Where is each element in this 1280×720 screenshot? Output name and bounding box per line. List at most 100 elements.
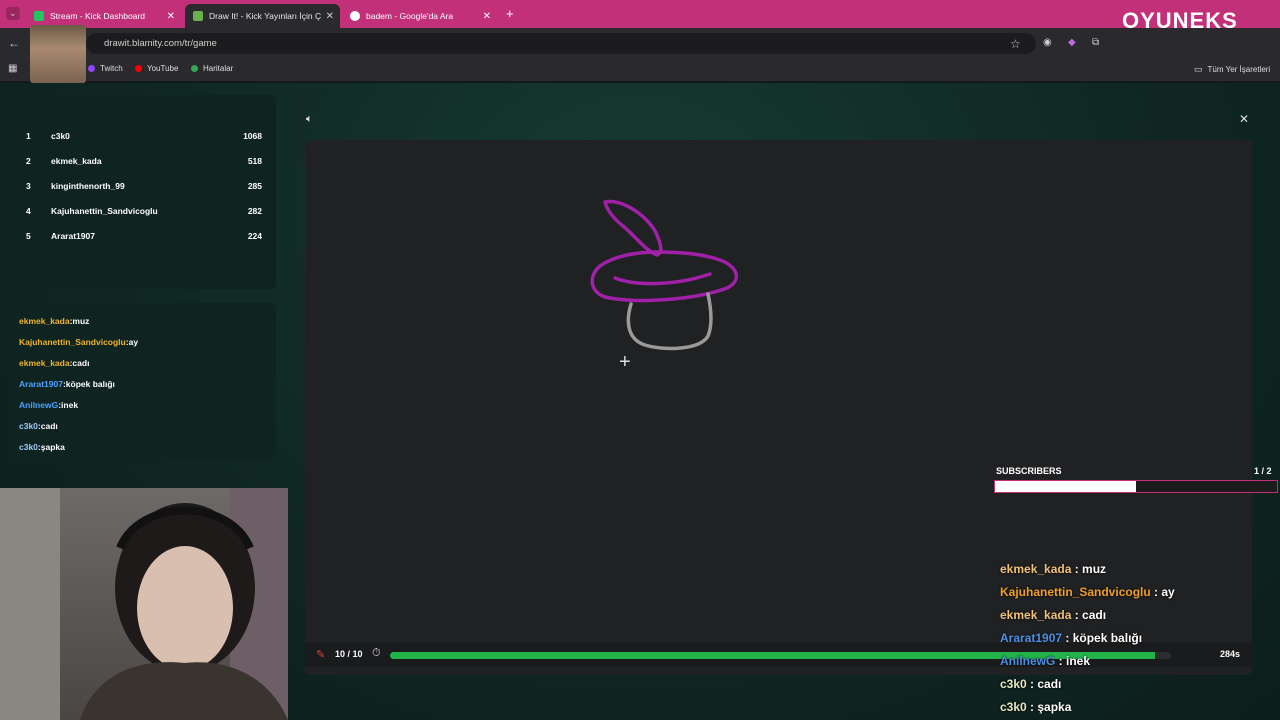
chat-message: köpek balığı bbox=[65, 379, 115, 389]
all-bookmarks[interactable]: ▭ Tüm Yer İşaretleri bbox=[1194, 64, 1270, 75]
extension-icon[interactable]: ◆ bbox=[1068, 37, 1076, 48]
player-score: 224 bbox=[247, 231, 262, 241]
url-text: drawit.blamity.com/tr/game bbox=[104, 38, 217, 49]
chat-line: Ararat1907:köpek balığı bbox=[19, 379, 115, 389]
tab-draw-it[interactable]: Draw It! - Kick Yayınları İçin Çizi ✕ bbox=[185, 4, 340, 28]
tab-google-search[interactable]: badem - Google'da Ara ✕ bbox=[342, 4, 497, 28]
close-tab-icon[interactable]: ✕ bbox=[167, 11, 175, 22]
sketch-hat-band bbox=[613, 272, 712, 286]
leaderboard-row: 1 c3k0 1068 bbox=[26, 131, 262, 145]
player-name: Ararat1907 bbox=[51, 231, 95, 241]
watermark-logo: OYUNEKS bbox=[1122, 8, 1238, 34]
star-icon[interactable]: ☆ bbox=[1010, 37, 1021, 51]
overlay-chat-message: : köpek balığı bbox=[1062, 631, 1143, 645]
draw-it-favicon-icon bbox=[193, 11, 203, 21]
overlay-chat-message: : ay bbox=[1150, 585, 1175, 599]
tab-title: badem - Google'da Ara bbox=[366, 11, 454, 21]
chat-user: c3k0 bbox=[19, 442, 38, 452]
bookmark-twitch[interactable]: Twitch bbox=[88, 64, 123, 73]
overlay-chat-user: ekmek_kada bbox=[1000, 608, 1072, 622]
leaderboard-panel: 1 c3k0 1068 2 ekmek_kada 518 3 kinginthe… bbox=[10, 95, 276, 289]
tab-search-icon[interactable]: ⌄ bbox=[6, 7, 20, 20]
chat-line: Kajuhanettin_Sandvicoglu:ay bbox=[19, 337, 139, 347]
overlay-chat-message: : cadı bbox=[1071, 608, 1107, 622]
bookmark-label: Tüm Yer İşaretleri bbox=[1207, 65, 1271, 74]
chat-user: AnilnewG bbox=[19, 400, 59, 410]
subscribers-label: SUBSCRIBERS bbox=[996, 466, 1062, 476]
chat-line: c3k0:cadı bbox=[19, 421, 58, 431]
close-tab-icon[interactable]: ✕ bbox=[483, 11, 491, 22]
player-score: 518 bbox=[247, 156, 262, 166]
player-name: kinginthenorth_99 bbox=[51, 181, 125, 191]
chat-user: Ararat1907 bbox=[19, 379, 63, 389]
player-name: ekmek_kada bbox=[51, 156, 102, 166]
overlay-chat-user: AnilnewG bbox=[1000, 654, 1056, 668]
puzzle-icon[interactable]: ⧉ bbox=[1092, 37, 1099, 48]
rank: 3 bbox=[26, 181, 31, 191]
player-score: 1068 bbox=[243, 131, 262, 141]
overlay-chat-message: : inek bbox=[1055, 654, 1091, 668]
leaderboard-row: 4 Kajuhanettin_Sandvicoglu 282 bbox=[26, 206, 262, 220]
close-tab-icon[interactable]: ✕ bbox=[326, 11, 334, 22]
back-icon[interactable]: ← bbox=[8, 36, 20, 50]
overlay-chat-user: c3k0 bbox=[1000, 700, 1027, 714]
address-bar[interactable]: drawit.blamity.com/tr/game bbox=[86, 33, 1036, 54]
leaderboard-row: 2 ekmek_kada 518 bbox=[26, 156, 262, 170]
streamer-webcam bbox=[0, 488, 288, 720]
bookmark-maps[interactable]: Haritalar bbox=[191, 64, 233, 73]
chat-panel: ekmek_kada:muz Kajuhanettin_Sandvicoglu:… bbox=[10, 303, 276, 459]
chat-message: cadı bbox=[72, 358, 90, 368]
apps-icon[interactable]: ▦ bbox=[8, 63, 17, 74]
overlay-chat-line: Ararat1907 : köpek balığı bbox=[1000, 631, 1142, 645]
chat-line: ekmek_kada:muz bbox=[19, 316, 90, 326]
sketch-hat-brim bbox=[590, 250, 739, 303]
subscribers-goal-bar bbox=[994, 480, 1278, 493]
sketch-hat-top bbox=[603, 199, 663, 257]
time-remaining: 284s bbox=[1220, 649, 1241, 659]
overlay-chat-line: ekmek_kada : cadı bbox=[1000, 608, 1106, 622]
round-counter: 10 / 10 bbox=[335, 649, 363, 659]
rank: 2 bbox=[26, 156, 31, 166]
bookmark-youtube[interactable]: YouTube bbox=[135, 64, 178, 73]
player-name: Kajuhanettin_Sandvicoglu bbox=[51, 206, 158, 216]
rank: 5 bbox=[26, 231, 31, 241]
bookmark-label: Twitch bbox=[100, 64, 123, 73]
streamer-webcam-small bbox=[30, 25, 86, 83]
chat-message: ay bbox=[128, 337, 139, 347]
google-favicon-icon bbox=[350, 11, 360, 21]
bookmark-label: YouTube bbox=[147, 64, 179, 73]
new-tab-icon[interactable]: + bbox=[506, 6, 514, 21]
timer-icon: ⏱ bbox=[372, 647, 381, 659]
pencil-icon: ✎ bbox=[316, 649, 326, 661]
maps-icon bbox=[191, 65, 198, 72]
rank: 4 bbox=[26, 206, 31, 216]
folder-icon: ▭ bbox=[1194, 64, 1203, 74]
chat-user: ekmek_kada bbox=[19, 316, 70, 326]
chat-user: ekmek_kada bbox=[19, 358, 70, 368]
extension-icon[interactable]: ◉ bbox=[1043, 37, 1052, 48]
player-name: c3k0 bbox=[51, 131, 70, 141]
chat-message: cadı bbox=[40, 421, 58, 431]
chat-user: c3k0 bbox=[19, 421, 38, 431]
rank: 1 bbox=[26, 131, 31, 141]
overlay-chat-line: AnilnewG : inek bbox=[1000, 654, 1090, 668]
chat-message: muz bbox=[72, 316, 90, 326]
overlay-chat-user: Kajuhanettin_Sandvicoglu bbox=[1000, 585, 1151, 599]
tab-title: Draw It! - Kick Yayınları İçin Çizi bbox=[209, 11, 321, 21]
tab-title: Stream - Kick Dashboard bbox=[50, 11, 145, 21]
close-icon[interactable]: ✕ bbox=[1239, 112, 1249, 126]
webcam-scene bbox=[0, 488, 288, 720]
speaker-icon[interactable]: 🔈︎ bbox=[306, 113, 313, 126]
chat-line: c3k0:şapka bbox=[19, 442, 65, 452]
player-score: 285 bbox=[247, 181, 262, 191]
overlay-chat-message: : cadı bbox=[1026, 677, 1062, 691]
overlay-chat-user: c3k0 bbox=[1000, 677, 1027, 691]
overlay-chat-line: c3k0 : şapka bbox=[1000, 700, 1071, 714]
overlay-chat-message: : muz bbox=[1071, 562, 1107, 576]
youtube-icon bbox=[135, 65, 142, 72]
overlay-chat-message: : şapka bbox=[1026, 700, 1072, 714]
overlay-chat-user: ekmek_kada bbox=[1000, 562, 1072, 576]
leaderboard-row: 5 Ararat1907 224 bbox=[26, 231, 262, 245]
player-score: 282 bbox=[247, 206, 262, 216]
overlay-chat-line: c3k0 : cadı bbox=[1000, 677, 1061, 691]
